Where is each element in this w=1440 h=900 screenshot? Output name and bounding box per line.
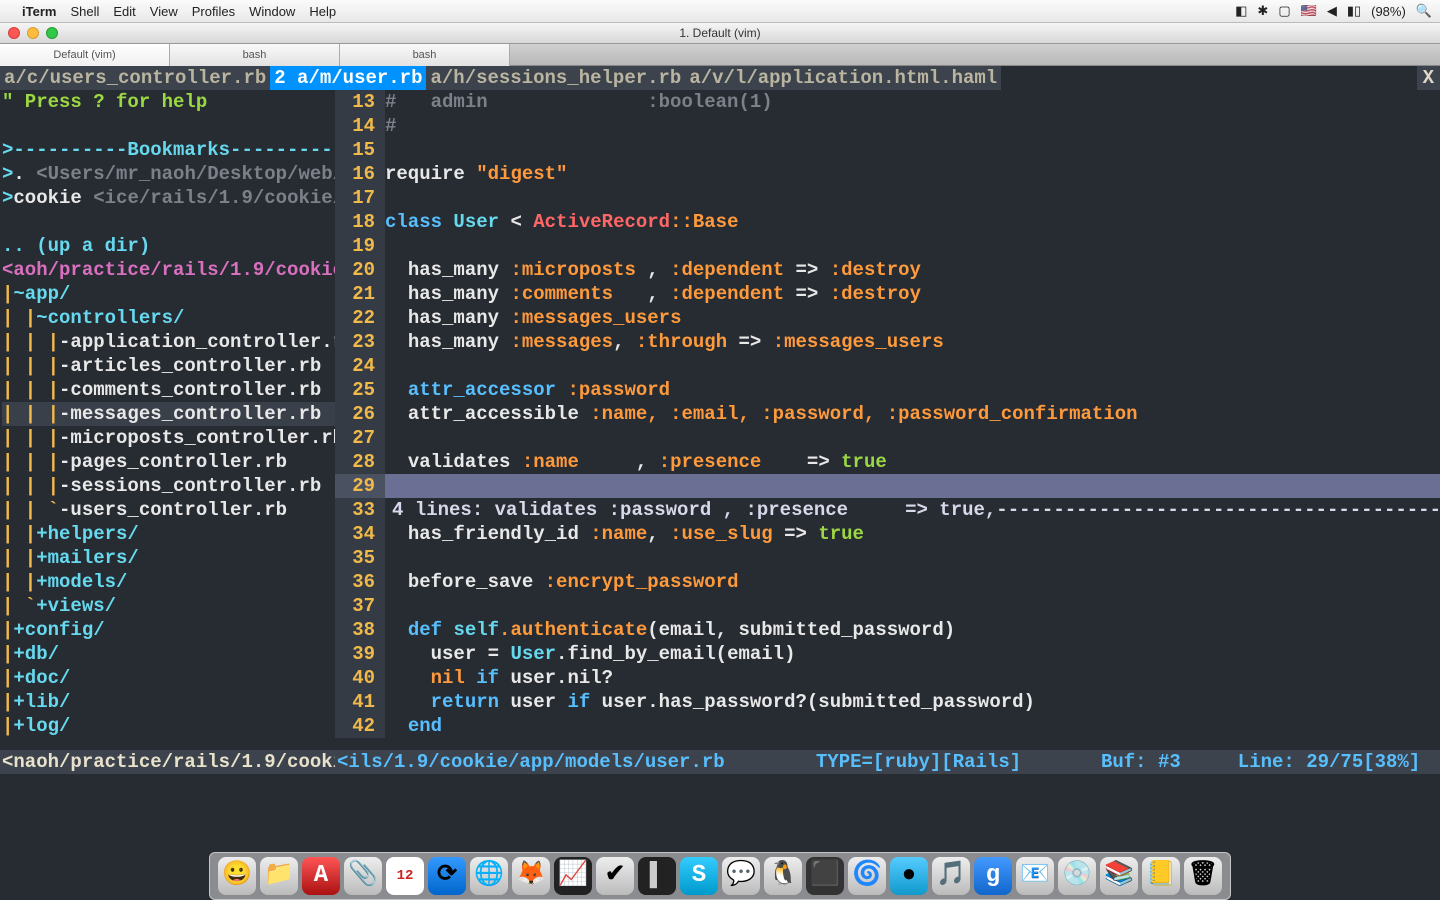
dock-item-icon[interactable]: A <box>302 857 340 895</box>
editor-pane[interactable]: 13# admin :boolean(1) 14# 15 16require "… <box>335 90 1440 750</box>
battery-icon[interactable]: ▮▯ <box>1347 3 1361 19</box>
tree-dir[interactable]: |+log/ <box>2 714 335 738</box>
tree-file[interactable]: | | |-articles_controller.rb <box>2 354 335 378</box>
buffer-tab[interactable]: a/c/users_controller.rb <box>0 66 270 90</box>
dock-item-icon[interactable]: 📎 <box>344 857 382 895</box>
dock-item-icon[interactable]: ✔ <box>596 857 634 895</box>
tree-file[interactable]: | | |-comments_controller.rb <box>2 378 335 402</box>
buffer-tab-active[interactable]: 2 a/m/user.rb <box>270 66 426 90</box>
dock-item-icon[interactable]: 🌀 <box>848 857 886 895</box>
spotlight-icon[interactable]: 🔍 <box>1416 3 1432 19</box>
tree-file[interactable]: | | `-users_controller.rb <box>2 498 335 522</box>
tree-file[interactable]: | | |-application_controller.rb <box>2 330 335 354</box>
bookmark-item[interactable]: >cookie <ice/rails/1.9/cookie/ <box>2 186 335 210</box>
dock-trash-icon[interactable]: 🗑 <box>1184 857 1222 895</box>
nerdtree-panel[interactable]: " Press ? for help >----------Bookmarks-… <box>0 90 335 750</box>
status-icon[interactable]: ◧ <box>1235 3 1247 19</box>
window-title: 1. Default (vim) <box>679 26 760 40</box>
tree-file-selected[interactable]: | | |-messages_controller.rb <box>2 402 335 426</box>
tree-file[interactable]: | | |-microposts_controller.rb <box>2 426 335 450</box>
iterm-tab-empty <box>510 44 1440 66</box>
vim-buffer-line: a/c/users_controller.rb 2 a/m/user.rb a/… <box>0 66 1440 90</box>
status-right: <ils/1.9/cookie/app/models/user.rb TYPE=… <box>335 750 1440 774</box>
macos-dock: 😀 📁 A 📎 12 ⟳ 🌐 🦊 📈 ✔ ▌ S 💬 🐧 ⬛ 🌀 ● 🎵 g 📧… <box>209 852 1231 900</box>
dock-chrome-icon[interactable]: 🌐 <box>470 857 508 895</box>
minimize-window-button[interactable] <box>27 27 39 39</box>
dock-item-icon[interactable]: ⟳ <box>428 857 466 895</box>
nerdtree-help: " Press ? for help <box>2 90 335 114</box>
menu-shell[interactable]: Shell <box>70 4 99 19</box>
buffer-tab[interactable]: a/h/sessions_helper.rb <box>426 66 685 90</box>
fold-line[interactable]: 29+-- 4 lines: validates :password , :pr… <box>335 474 1440 498</box>
tree-dir[interactable]: | |+helpers/ <box>2 522 335 546</box>
menu-help[interactable]: Help <box>309 4 336 19</box>
status-icon[interactable]: ✱ <box>1257 3 1268 19</box>
dock-item-icon[interactable]: 📧 <box>1016 857 1054 895</box>
tree-dir[interactable]: |+config/ <box>2 618 335 642</box>
tree-blank <box>2 114 335 138</box>
tree-blank <box>2 210 335 234</box>
dock-skype-icon[interactable]: S <box>680 857 718 895</box>
volume-icon[interactable]: ◀ <box>1327 3 1337 19</box>
battery-pct: (98%) <box>1371 4 1406 19</box>
iterm-tab[interactable]: bash <box>340 44 510 66</box>
up-dir[interactable]: .. (up a dir) <box>2 234 335 258</box>
bookmark-item[interactable]: >. >. <Users/mr_naoh/Desktop/web/<Users/… <box>2 162 335 186</box>
dock-qq-icon[interactable]: 🐧 <box>764 857 802 895</box>
tree-dir[interactable]: |+lib/ <box>2 690 335 714</box>
iterm-tab-strip: Default (vim) bash bash <box>0 44 1440 66</box>
dock-terminal-icon[interactable]: ▌ <box>638 857 676 895</box>
menu-profiles[interactable]: Profiles <box>192 4 235 19</box>
flag-icon[interactable]: 🇺🇸 <box>1301 3 1317 19</box>
tree-dir[interactable]: | |+models/ <box>2 570 335 594</box>
tree-dir[interactable]: |+db/ <box>2 642 335 666</box>
dock-finder-icon[interactable]: 😀 <box>218 857 256 895</box>
dock-calendar-icon[interactable]: 12 <box>386 857 424 895</box>
buffer-tab[interactable]: a/v/l/application.html.haml <box>685 66 1001 90</box>
bookmarks-header: >----------Bookmarks---------- <box>2 138 335 162</box>
menu-view[interactable]: View <box>150 4 178 19</box>
iterm-tab[interactable]: Default (vim) <box>0 44 170 66</box>
tree-dir-controllers[interactable]: | |~controllers/ <box>2 306 335 330</box>
dock-item-icon[interactable]: ● <box>890 857 928 895</box>
status-left: <naoh/practice/rails/1.9/cookie <box>0 750 335 774</box>
dock-item-icon[interactable]: 📁 <box>260 857 298 895</box>
menu-edit[interactable]: Edit <box>113 4 135 19</box>
menu-window[interactable]: Window <box>249 4 295 19</box>
zoom-window-button[interactable] <box>46 27 58 39</box>
dock-item-icon[interactable]: 💬 <box>722 857 760 895</box>
dock-item-icon[interactable]: ⬛ <box>806 857 844 895</box>
close-buffer-button[interactable]: X <box>1417 66 1440 90</box>
vim-status-line: <naoh/practice/rails/1.9/cookie <ils/1.9… <box>0 750 1440 774</box>
traffic-lights <box>8 27 58 39</box>
status-icon[interactable]: ▢ <box>1278 3 1290 19</box>
tree-dir[interactable]: | `+views/ <box>2 594 335 618</box>
dock-item-icon[interactable]: 📚 <box>1100 857 1138 895</box>
dock-item-icon[interactable]: 💿 <box>1058 857 1096 895</box>
dock-firefox-icon[interactable]: 🦊 <box>512 857 550 895</box>
tree-dir-app[interactable]: |~app/ <box>2 282 335 306</box>
gutter: 13 <box>335 90 385 114</box>
dock-itunes-icon[interactable]: 🎵 <box>932 857 970 895</box>
dock-item-icon[interactable]: 📒 <box>1142 857 1180 895</box>
dock-item-icon[interactable]: g <box>974 857 1012 895</box>
dock-item-icon[interactable]: 📈 <box>554 857 592 895</box>
tree-file[interactable]: | | |-pages_controller.rb <box>2 450 335 474</box>
tree-dir[interactable]: | |+mailers/ <box>2 546 335 570</box>
app-name[interactable]: iTerm <box>22 4 56 19</box>
macos-menubar: iTerm Shell Edit View Profiles Window He… <box>0 0 1440 22</box>
tree-file[interactable]: | | |-sessions_controller.rb <box>2 474 335 498</box>
code-line: # admin :boolean(1) <box>385 91 773 113</box>
close-window-button[interactable] <box>8 27 20 39</box>
window-titlebar: 1. Default (vim) <box>0 22 1440 44</box>
tree-dir[interactable]: |+doc/ <box>2 666 335 690</box>
terminal-area: a/c/users_controller.rb 2 a/m/user.rb a/… <box>0 66 1440 900</box>
tree-root[interactable]: <aoh/practice/rails/1.9/cookie/ <box>2 258 335 282</box>
iterm-tab[interactable]: bash <box>170 44 340 66</box>
